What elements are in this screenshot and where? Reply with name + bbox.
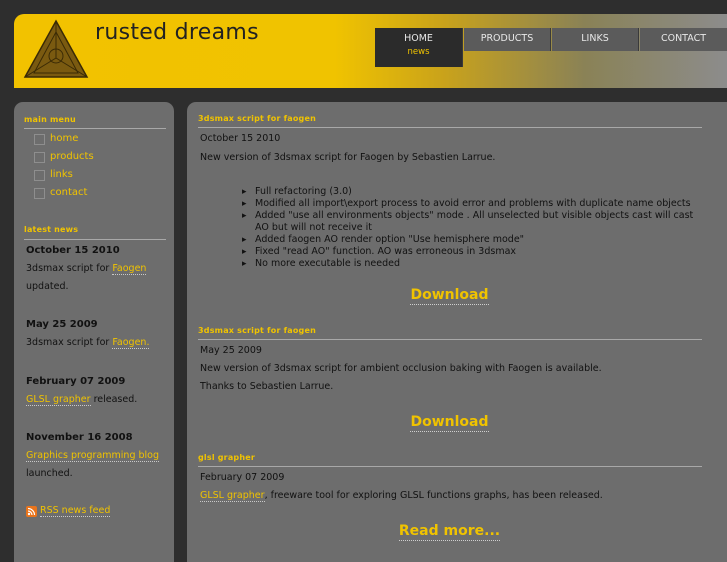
news-text-pre: 3dsmax script for [26,337,113,348]
checkbox-icon [34,152,45,163]
list-item: Modified all import\export process to av… [242,198,697,210]
sidebar-item-label: contact [50,187,88,198]
list-item: No more executable is needed [242,258,697,270]
list-item: Added faogen AO render option "Use hemis… [242,234,697,246]
latest-news-title: latest news [24,225,79,234]
main-content: 3dsmax script for faogen October 15 2010… [187,102,727,562]
read-more-link-wrapper: Read more... [187,523,712,541]
nav-links[interactable]: LINKS [552,28,639,51]
rss-icon [26,506,37,517]
sidebar-item-label: products [50,151,94,162]
article-text: GLSL grapher, freeware tool for explorin… [200,490,603,502]
news-text-line2: updated. [26,281,69,292]
news-text: GLSL grapher released. [26,394,138,406]
faogen-link[interactable]: Faogen. [112,337,150,349]
sidebar-item-label: home [50,133,79,144]
download-link[interactable]: Download [410,287,489,305]
nav-home-sub[interactable]: news [375,46,462,58]
divider [24,239,166,240]
nav-contact[interactable]: CONTACT [640,28,727,51]
site-header: rusted dreams HOME news PRODUCTS LINKS C… [14,14,727,88]
feature-list: Full refactoring (3.0) Modified all impo… [242,186,697,270]
article-date: October 15 2010 [200,133,281,144]
news-text: Graphics programming blog [26,450,159,462]
divider [198,127,702,128]
article-text: New version of 3dsmax script for ambient… [200,363,602,374]
nav-products[interactable]: PRODUCTS [464,28,551,51]
download-link-wrapper: Download [187,414,712,432]
graphics-blog-link[interactable]: Graphics programming blog [26,450,159,462]
checkbox-icon [34,170,45,181]
article-title: glsl grapher [198,453,256,462]
list-item: Added "use all environments objects" mod… [242,210,697,234]
article-text: New version of 3dsmax script for Faogen … [200,152,496,163]
site-title: rusted dreams [95,20,259,45]
article-date: February 07 2009 [200,472,285,483]
news-date: February 07 2009 [26,376,126,387]
sidebar: main menu home products links contact la… [14,102,174,562]
news-text-post: released. [90,394,138,405]
triangle-logo-icon [23,19,89,78]
article-text: Thanks to Sebastien Larrue. [200,381,334,392]
article-text-after: , freeware tool for exploring GLSL funct… [264,490,603,501]
sidebar-item-label: links [50,169,73,180]
list-item: Full refactoring (3.0) [242,186,697,198]
divider [24,128,166,129]
news-text: 3dsmax script for Faogen [26,263,147,275]
nav-home-label: HOME [404,33,433,44]
download-link[interactable]: Download [410,414,489,432]
article-title: 3dsmax script for faogen [198,114,316,123]
news-date: May 25 2009 [26,319,98,330]
checkbox-icon [34,134,45,145]
glsl-grapher-link[interactable]: GLSL grapher [26,394,91,406]
news-date: November 16 2008 [26,432,133,443]
nav-home[interactable]: HOME news [375,28,463,67]
news-text-pre: 3dsmax script for [26,263,113,274]
divider [198,339,702,340]
rss-label[interactable]: RSS news feed [40,505,111,517]
article-title: 3dsmax script for faogen [198,326,316,335]
news-text: 3dsmax script for Faogen. [26,337,150,349]
read-more-link[interactable]: Read more... [398,523,501,541]
article-date: May 25 2009 [200,345,262,356]
news-date: October 15 2010 [26,245,120,256]
faogen-link[interactable]: Faogen [112,263,147,275]
download-link-wrapper: Download [187,287,712,305]
divider [198,466,702,467]
list-item: Fixed "read AO" function. AO was erroneo… [242,246,697,258]
checkbox-icon [34,188,45,199]
main-menu-title: main menu [24,115,76,124]
glsl-grapher-link[interactable]: GLSL grapher [200,490,265,502]
news-text-line2: launched. [26,468,73,479]
